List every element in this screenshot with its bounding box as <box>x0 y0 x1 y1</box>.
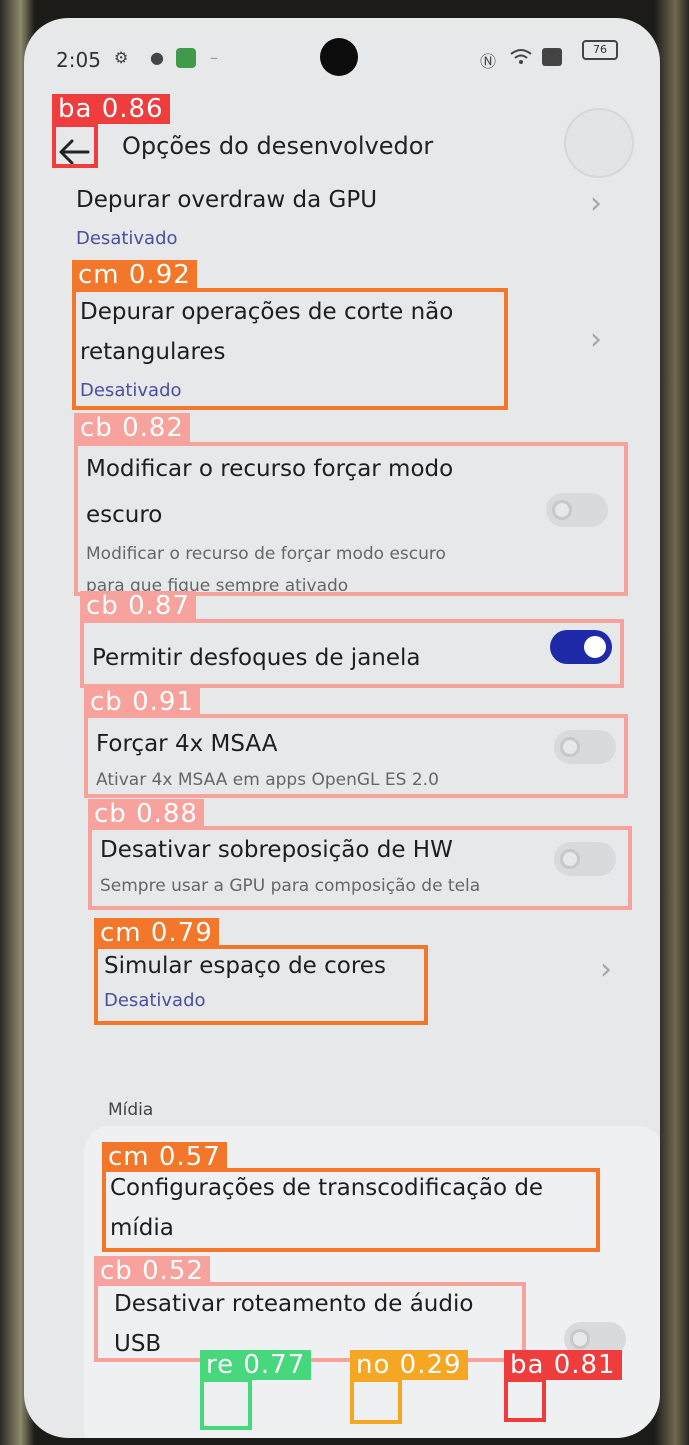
chevron-right-icon: › <box>590 322 602 357</box>
hw-overlay-toggle[interactable] <box>554 842 616 876</box>
app-status-icon <box>176 48 196 68</box>
recents-nav-button[interactable] <box>206 1382 246 1422</box>
settings-status-icon: ⚙ <box>114 48 129 67</box>
setting-title-line2: escuro <box>86 502 163 528</box>
setting-force-dark[interactable]: Modificar o recurso forçar modo escuro M… <box>86 446 536 606</box>
detection-label: ba 0.86 <box>52 94 170 124</box>
setting-desc: Sempre usar a GPU para composição de tel… <box>100 876 481 896</box>
setting-gpu-overdraw[interactable]: Depurar overdraw da GPU Desativado <box>76 180 616 260</box>
toggle-knob <box>560 849 580 869</box>
battery-level: 76 <box>593 43 607 56</box>
toggle-knob <box>570 1329 590 1349</box>
page-title: Opções do desenvolvedor <box>122 132 434 160</box>
force-msaa-toggle[interactable] <box>554 730 616 764</box>
detection-label: re 0.77 <box>200 1350 312 1380</box>
wifi-icon <box>510 48 532 70</box>
detection-label: cm 0.57 <box>102 1142 227 1172</box>
setting-title: Simular espaço de cores <box>104 953 386 979</box>
toggle-knob <box>560 737 580 757</box>
force-dark-toggle[interactable] <box>546 493 608 527</box>
setting-status: Desativado <box>104 990 206 1011</box>
detection-label: no 0.29 <box>350 1350 468 1380</box>
setting-desc-line1: Modificar o recurso de forçar modo escur… <box>86 544 446 564</box>
setting-title-line2: mídia <box>110 1215 174 1241</box>
toggle-knob <box>552 500 572 520</box>
setting-status: Desativado <box>80 380 182 401</box>
battery-icon: 76 <box>582 40 618 60</box>
setting-title: Depurar overdraw da GPU <box>76 187 378 213</box>
setting-status: Desativado <box>76 228 178 249</box>
setting-media-transcoding[interactable]: Configurações de transcodificação de míd… <box>110 1168 600 1254</box>
detection-label: cb 0.87 <box>80 591 196 621</box>
status-time: 2:05 <box>56 48 101 72</box>
setting-title-line1: Modificar o recurso forçar modo <box>86 456 454 482</box>
nfc-icon: Ⓝ <box>480 52 497 71</box>
setting-title-line1: Configurações de transcodificação de <box>110 1175 544 1201</box>
setting-title: Forçar 4x MSAA <box>96 731 278 757</box>
setting-title-line2: retangulares <box>80 339 226 365</box>
header-circle-button[interactable] <box>564 108 634 178</box>
signal-icon <box>542 48 562 66</box>
detection-label: cm 0.79 <box>94 918 219 948</box>
notification-status-icon: ● <box>150 48 164 67</box>
setting-force-msaa[interactable]: Forçar 4x MSAA Ativar 4x MSAA em apps Op… <box>96 724 546 804</box>
setting-desc: Ativar 4x MSAA em apps OpenGL ES 2.0 <box>96 770 439 790</box>
detection-label: cb 0.88 <box>88 799 204 829</box>
detection-label: ba 0.81 <box>504 1350 622 1380</box>
chevron-right-icon: › <box>600 952 612 987</box>
setting-window-blurs[interactable]: Permitir desfoques de janela <box>92 630 552 690</box>
setting-title: Desativar sobreposição de HW <box>100 837 453 863</box>
detection-label: cb 0.91 <box>84 687 200 717</box>
setting-non-rect-clip[interactable]: Depurar operações de corte não retangula… <box>80 292 510 422</box>
toggle-knob <box>584 636 606 658</box>
back-nav-button[interactable] <box>508 1382 548 1422</box>
home-nav-button[interactable] <box>356 1382 396 1422</box>
chevron-right-icon: › <box>590 186 602 221</box>
setting-title-line1: Desativar roteamento de áudio <box>114 1291 474 1317</box>
detection-label: cb 0.52 <box>94 1256 210 1286</box>
phone-screen: 2:05 ⚙ ● – Ⓝ 76 Opções do desenvolvedor … <box>24 18 660 1438</box>
window-blurs-toggle[interactable] <box>550 630 612 664</box>
detection-label: cm 0.92 <box>72 260 197 290</box>
status-bar: 2:05 ⚙ ● – Ⓝ 76 <box>24 18 660 98</box>
setting-simulate-color-space[interactable]: Simular espaço de cores Desativado <box>104 946 424 1022</box>
more-status-icon: – <box>210 48 218 67</box>
back-button[interactable] <box>52 130 96 174</box>
setting-disable-hw-overlay[interactable]: Desativar sobreposição de HW Sempre usar… <box>100 830 560 910</box>
back-arrow-icon <box>59 139 90 165</box>
detection-label: cb 0.82 <box>74 413 190 443</box>
section-label-media: Mídia <box>108 1100 154 1120</box>
front-camera <box>320 38 358 76</box>
setting-title: Permitir desfoques de janela <box>92 645 421 671</box>
setting-title-line1: Depurar operações de corte não <box>80 299 454 325</box>
